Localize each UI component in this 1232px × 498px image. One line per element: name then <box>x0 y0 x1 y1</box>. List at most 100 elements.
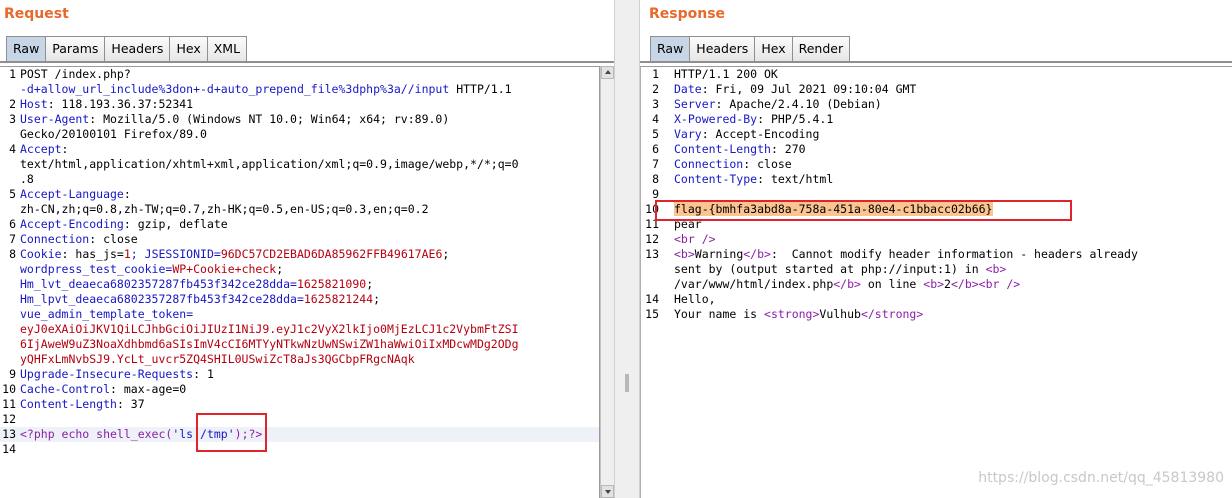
token: vue_admin_template_token= <box>20 307 194 321</box>
request-line: yQHFxLmNvbSJ9.YcLt_uvcr5ZQ4SHIL0USwiZcT8… <box>0 352 599 367</box>
request-tab-raw[interactable]: Raw <box>6 36 47 62</box>
arrow-down-icon <box>605 490 611 494</box>
token: : Apache/2.4.10 (Debian) <box>715 97 882 111</box>
token: ; JSESSIONID= <box>130 247 221 261</box>
line-text: Accept-Language: <box>20 187 131 202</box>
response-line: 2 Date: Fri, 09 Jul 2021 09:10:04 GMT <box>641 82 1232 97</box>
token: .8 <box>20 172 34 186</box>
token: <strong> <box>764 307 820 321</box>
line-text: wordpress_test_cookie=WP+Cookie+check; <box>20 262 283 277</box>
token: HTTP/1.1 <box>449 82 512 96</box>
line-number: 10 <box>645 202 659 216</box>
line-number: 15 <box>645 307 659 321</box>
line-number: 8 <box>652 172 659 186</box>
token: : max-age=0 <box>110 382 187 396</box>
line-text: pear <box>674 217 702 232</box>
token: : close <box>743 157 792 171</box>
request-tab-headers[interactable]: Headers <box>105 36 171 62</box>
line-text: Content-Length: 270 <box>674 142 806 157</box>
scroll-down-button[interactable] <box>601 485 614 498</box>
line-text: HTTP/1.1 200 OK <box>674 67 778 82</box>
token: : 1 <box>193 367 214 381</box>
line-number: 13 <box>645 247 659 261</box>
response-tab-render[interactable]: Render <box>792 36 851 62</box>
request-panel: Request Raw Params Headers Hex XML 1 POST… <box>0 0 614 498</box>
token: Cache-Control <box>20 382 111 396</box>
line-text: Connection: close <box>20 232 138 247</box>
token: 96DC57CD2EBAD6DA85962FFB49617AE6 <box>220 247 443 261</box>
line-text: User-Agent: Mozilla/5.0 (Windows NT 10.0… <box>20 112 449 127</box>
token: Accept <box>20 142 62 156</box>
flag-value: flag-{bmhfa3abd8a-758a-451a-80e4-c1bbacc… <box>674 202 993 216</box>
scroll-up-button[interactable] <box>601 66 614 79</box>
request-line: 12 <box>0 412 599 427</box>
token: Cookie <box>20 247 62 261</box>
token: ; <box>366 277 374 291</box>
line-number: 10 <box>2 382 16 396</box>
line-number: 5 <box>9 187 16 201</box>
line-text: Upgrade-Insecure-Requests: 1 <box>20 367 214 382</box>
token: Date <box>674 82 702 96</box>
request-line: 5 Accept-Language: <box>0 187 599 202</box>
request-tab-xml[interactable]: XML <box>207 36 248 62</box>
line-text: Gecko/20100101 Firefox/89.0 <box>20 127 207 142</box>
request-line: Hm_lpvt_deaeca6802357287fb453f342ce28dda… <box>0 292 599 307</box>
line-number: 13 <box>2 427 16 441</box>
line-text: Accept: <box>20 142 68 157</box>
response-tab-hex[interactable]: Hex <box>755 36 793 62</box>
request-line: 11 Content-Length: 37 <box>0 397 599 412</box>
request-tab-params[interactable]: Params <box>46 36 106 62</box>
response-line: sent by (output started at php://input:1… <box>641 262 1232 277</box>
line-number: 11 <box>2 397 16 411</box>
token: Connection <box>20 232 90 246</box>
response-line: 6 Content-Length: 270 <box>641 142 1232 157</box>
line-text: Server: Apache/2.4.10 (Debian) <box>674 97 882 112</box>
token: WP+Cookie+check <box>172 262 277 276</box>
token: sent by (output started at php://input:1… <box>674 262 986 276</box>
token: : 118.193.36.37:52341 <box>47 97 194 111</box>
line-number: 6 <box>9 217 16 231</box>
split-divider[interactable] <box>614 0 640 498</box>
line-number: 3 <box>652 97 659 111</box>
line-text: 6IjAweW9uZ3NoaXdhbmd6aSIsImV4cCI6MTYyNTk… <box>20 337 519 352</box>
request-line: 4 Accept: <box>0 142 599 157</box>
token: : <box>123 187 131 201</box>
request-tab-hex[interactable]: Hex <box>170 36 208 62</box>
line-text: Cache-Control: max-age=0 <box>20 382 186 397</box>
token: HTTP/1.1 200 OK <box>674 67 778 81</box>
response-line: 14 Hello, <box>641 292 1232 307</box>
request-scrollbar[interactable] <box>600 66 614 498</box>
token: Vulhub <box>819 307 861 321</box>
line-text: POST /index.php? <box>20 67 131 82</box>
request-tab-underline <box>0 61 614 63</box>
divider-grip[interactable] <box>625 374 629 392</box>
token: Content-Type <box>674 172 758 186</box>
request-line: 10 Cache-Control: max-age=0 <box>0 382 599 397</box>
response-tab-raw[interactable]: Raw <box>650 36 691 62</box>
line-text: Vary: Accept-Encoding <box>674 127 819 142</box>
token: pear <box>674 217 702 231</box>
token: </strong> <box>860 307 924 321</box>
request-editor[interactable]: 1 POST /index.php? -d+allow_url_include%3d… <box>0 66 600 498</box>
line-text: text/html,application/xhtml+xml,applicat… <box>20 157 519 172</box>
request-line: Gecko/20100101 Firefox/89.0 <box>0 127 599 142</box>
response-tabs: Raw Headers Hex Render <box>650 36 851 62</box>
request-line: vue_admin_template_token= <box>0 307 599 322</box>
token: Accept-Language <box>20 187 124 201</box>
response-tab-headers[interactable]: Headers <box>690 36 756 62</box>
line-text: -d+allow_url_include%3don+-d+auto_prepen… <box>20 82 512 97</box>
request-line: .8 <box>0 172 599 187</box>
token: <?php echo shell_exec( <box>20 427 173 441</box>
token: User-Agent <box>20 112 90 126</box>
line-number: 12 <box>645 232 659 246</box>
response-line: 5 Vary: Accept-Encoding <box>641 127 1232 142</box>
token: Hm_lpvt_deaeca6802357287fb453f342ce28dda… <box>20 292 304 306</box>
response-editor[interactable]: 1 HTTP/1.1 200 OK 2 Date: Fri, 09 Jul 2021 … <box>640 66 1232 498</box>
token: 'ls /tmp' <box>172 427 235 441</box>
response-line: 11 pear <box>641 217 1232 232</box>
token: <b> <box>674 247 695 261</box>
token: wordpress_test_cookie= <box>20 262 173 276</box>
response-line: 9 <box>641 187 1232 202</box>
token: Vary <box>674 127 702 141</box>
line-text: Connection: close <box>674 157 792 172</box>
